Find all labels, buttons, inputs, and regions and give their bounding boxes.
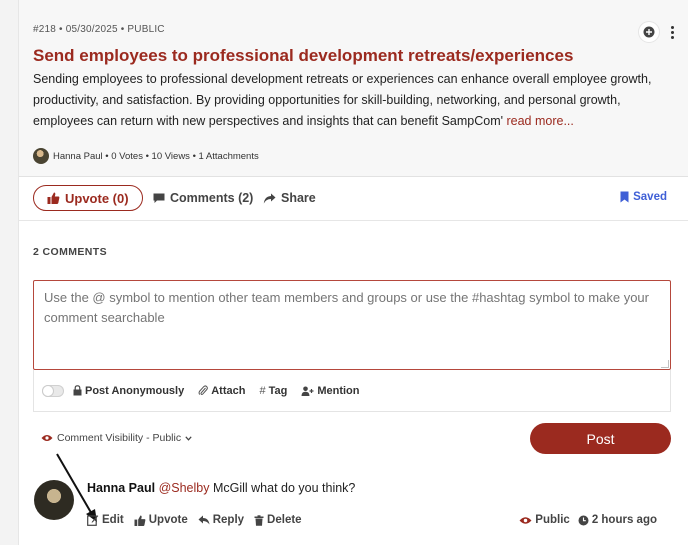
edit-label: Edit	[102, 514, 124, 526]
comment-icon	[153, 193, 165, 203]
resize-handle-icon[interactable]	[661, 360, 669, 368]
post-description: Sending employees to professional develo…	[33, 69, 663, 132]
comment-body: Hanna Paul @Shelby McGill what do you th…	[87, 481, 355, 495]
hashtag-icon: #	[259, 384, 266, 397]
anonymous-label[interactable]: Post Anonymously	[85, 385, 184, 397]
comment-input[interactable]	[33, 280, 671, 370]
comments-label: Comments (2)	[170, 191, 254, 205]
comments-count-heading: 2 COMMENTS	[33, 246, 108, 258]
upvote-comment-button[interactable]: Upvote	[134, 514, 188, 526]
post-action-bar: Upvote (0) Comments (2) Share Saved	[19, 177, 688, 221]
upvote-button[interactable]: Upvote (0)	[33, 185, 143, 211]
header-actions	[639, 22, 677, 42]
share-icon	[263, 193, 276, 203]
comment-timestamp: 2 hours ago	[578, 514, 657, 526]
comment-time-label: 2 hours ago	[591, 514, 657, 526]
trash-icon	[254, 514, 264, 526]
lock-icon	[73, 385, 82, 396]
reply-label: Reply	[212, 514, 245, 526]
thumbs-up-icon	[47, 192, 60, 204]
author-row: Hanna Paul • 0 Votes • 10 Views • 1 Atta…	[33, 148, 259, 164]
mention-label: Mention	[317, 384, 360, 397]
upvote-comment-label: Upvote	[148, 514, 188, 526]
comment-text: McGill what do you think?	[209, 481, 356, 495]
comment-visibility-label: Public	[535, 514, 570, 526]
comments-button[interactable]: Comments (2)	[153, 191, 253, 205]
post-title[interactable]: Send employees to professional developme…	[33, 46, 573, 66]
saved-label: Saved	[633, 191, 667, 203]
comment-visibility[interactable]: Public	[519, 514, 570, 526]
comment-actions: Edit Upvote Reply Delete	[87, 514, 302, 526]
attach-label: Attach	[211, 384, 246, 397]
read-more-link[interactable]: read more...	[506, 114, 573, 128]
upvote-label: Upvote (0)	[65, 190, 129, 206]
edit-comment-button[interactable]: Edit	[87, 514, 124, 526]
user-plus-icon	[301, 386, 314, 396]
saved-button[interactable]: Saved	[620, 191, 667, 203]
tag-button[interactable]: # Tag	[259, 385, 287, 397]
chevron-down-icon	[185, 435, 192, 441]
comment-composer: Post Anonymously Attach # Tag Mention	[33, 280, 671, 412]
tag-label: Tag	[268, 384, 288, 397]
mention-button[interactable]: Mention	[301, 384, 360, 397]
delete-label: Delete	[267, 514, 302, 526]
more-options-icon[interactable]	[667, 25, 677, 39]
author-avatar[interactable]	[33, 148, 49, 164]
share-label: Share	[281, 191, 316, 205]
commenter-avatar[interactable]	[34, 480, 74, 520]
thumbs-up-icon	[134, 514, 146, 526]
add-button[interactable]	[639, 22, 659, 42]
post-card: #218 • 05/30/2025 • PUBLIC Send employee…	[18, 0, 688, 545]
eye-icon	[519, 516, 532, 524]
edit-icon	[87, 515, 99, 526]
plus-circle-icon	[643, 26, 655, 38]
reply-icon	[198, 515, 210, 525]
anonymous-toggle[interactable]	[42, 384, 64, 397]
comment-status: Public 2 hours ago	[519, 514, 657, 526]
anonymous-toggle-group: Post Anonymously	[42, 384, 184, 397]
paperclip-icon	[198, 385, 209, 395]
page-left-edge	[0, 0, 18, 545]
composer-toolbar: Post Anonymously Attach # Tag Mention	[33, 370, 671, 412]
comment-mention[interactable]: @Shelby	[159, 481, 210, 495]
comment-author[interactable]: Hanna Paul	[87, 481, 155, 495]
post-meta: #218 • 05/30/2025 • PUBLIC	[33, 24, 165, 35]
clock-icon	[578, 515, 589, 525]
author-line: Hanna Paul • 0 Votes • 10 Views • 1 Atta…	[53, 150, 259, 162]
bookmark-icon	[620, 191, 629, 203]
reply-button[interactable]: Reply	[198, 514, 244, 526]
post-header: #218 • 05/30/2025 • PUBLIC Send employee…	[19, 0, 688, 177]
post-comment-button[interactable]: Post	[530, 423, 671, 454]
comment-visibility-dropdown[interactable]: Comment Visibility - Public	[41, 432, 192, 444]
eye-icon	[41, 435, 53, 441]
attach-button[interactable]: Attach	[198, 385, 245, 397]
visibility-label: Comment Visibility - Public	[57, 432, 182, 444]
share-button[interactable]: Share	[263, 191, 316, 205]
delete-comment-button[interactable]: Delete	[254, 514, 302, 526]
